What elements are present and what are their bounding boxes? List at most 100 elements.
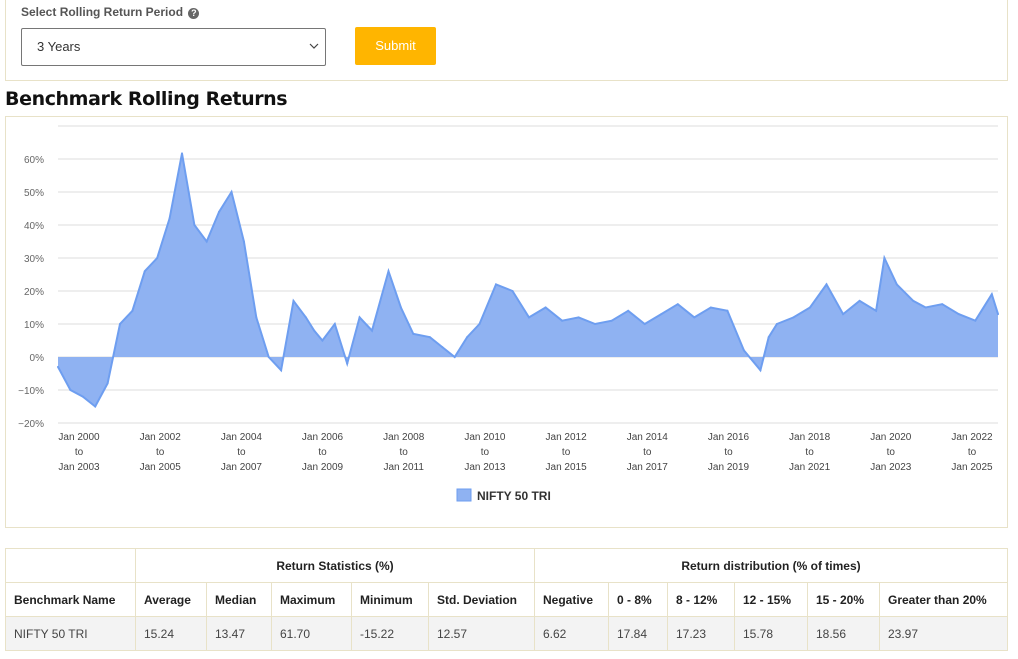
table-group-header-row: Return Statistics (%) Return distributio… [5,548,1008,583]
cell-average: 15.24 [135,616,207,651]
data-point [709,306,712,309]
x-tick-label: Jan 2006 [302,432,344,443]
data-point [412,332,415,335]
rolling-returns-chart-panel: 60% 50% 40% 30% 20% 10% 0% −10% −20% Jan 2000 to J… [5,116,1008,528]
x-tick-label: to [481,447,490,458]
submit-button[interactable]: Submit [355,27,436,65]
data-point [883,257,886,259]
data-point [792,316,795,319]
x-tick-label: Jan 2010 [464,432,506,443]
col-average: Average [135,582,207,617]
data-point [255,316,258,319]
x-tick-label: Jan 2002 [140,432,182,443]
y-tick-label: 20% [24,287,44,298]
y-tick-label: 50% [24,188,44,199]
data-point [346,362,349,365]
empty-header-cell [5,548,136,583]
y-tick-label: −20% [18,419,44,430]
cell-median: 13.47 [206,616,272,651]
rolling-returns-chart: 60%50%40%30%20%10%0%−10%−20% Jan 2000toJ… [18,125,999,503]
col-std-deviation: Std. Deviation [428,582,535,617]
col-maximum: Maximum [271,582,352,617]
x-tick-label: to [237,447,246,458]
y-tick-label: 10% [24,320,44,331]
data-point [511,290,514,292]
data-point [478,323,481,325]
series-area [57,152,999,409]
period-label: Select Rolling Return Period ? [21,5,200,19]
x-tick-label: to [562,447,571,458]
data-point [957,313,960,316]
question-circle-icon[interactable]: ? [188,8,200,19]
period-select[interactable]: 3 Years [21,28,326,66]
data-point [577,316,580,319]
data-point [321,339,324,342]
data-point [333,323,336,325]
x-tick-label: Jan 2025 [951,462,993,473]
data-point [990,293,993,296]
data-point [193,224,196,226]
data-point [842,313,845,316]
x-tick-label: Jan 2012 [546,432,588,443]
x-tick-label: to [643,447,652,458]
x-tick-label: to [75,447,84,458]
data-point [94,405,97,408]
x-tick-label: Jan 2005 [140,462,182,473]
data-point [358,316,361,319]
data-point [528,316,530,319]
data-point [767,336,770,339]
data-point [106,382,109,385]
y-tick-label: 40% [24,221,44,232]
data-point [693,316,696,319]
data-point [57,365,59,368]
x-tick-label: Jan 2011 [383,462,424,473]
data-point [561,319,564,322]
series-fill [58,153,998,407]
x-tick-label: Jan 2003 [58,462,100,473]
data-point [895,283,898,286]
data-point [267,356,270,358]
section-title: Benchmark Rolling Returns [5,88,288,110]
col-negative: Negative [534,582,609,617]
x-tick-label: Jan 2022 [951,432,993,443]
data-point [676,303,679,306]
data-point [371,329,373,332]
data-point [313,329,316,332]
legend-label: NIFTY 50 TRI [477,489,551,503]
x-tick-label: to [887,447,896,458]
data-point [941,303,944,306]
x-tick-label: Jan 2023 [870,462,912,473]
data-point [924,306,927,309]
cell-12-15: 15.78 [734,616,808,651]
x-tick-label: Jan 2009 [302,462,344,473]
data-point [912,299,915,302]
return-distribution-header: Return distribution (% of times) [534,548,1008,583]
cell-std-deviation: 12.57 [428,616,535,651]
legend-swatch [456,488,472,502]
data-point [156,257,159,259]
data-point [544,306,547,309]
data-point [809,306,811,309]
y-tick-label: −10% [18,386,44,397]
data-point [387,270,390,273]
return-statistics-header: Return Statistics (%) [135,548,535,583]
period-label-text: Select Rolling Return Period [21,5,184,19]
cell-negative: 6.62 [534,616,609,651]
cell-minimum: -15.22 [351,616,429,651]
col-minimum: Minimum [351,582,429,617]
data-point [292,299,295,302]
data-point [280,369,283,372]
data-point [119,323,121,325]
x-tick-label: Jan 2018 [789,432,831,443]
x-tick-label: Jan 2021 [789,462,831,473]
x-tick-label: Jan 2013 [464,462,506,473]
data-point [168,217,171,220]
x-tick-label: to [968,447,977,458]
data-point [759,369,762,372]
col-greater-20: Greater than 20% [879,582,1008,617]
x-tick-label: to [400,447,409,458]
y-tick-label: 0% [30,353,45,364]
data-point [181,152,183,155]
cell-15-20: 18.56 [807,616,880,651]
col-12-15: 12 - 15% [734,582,808,617]
